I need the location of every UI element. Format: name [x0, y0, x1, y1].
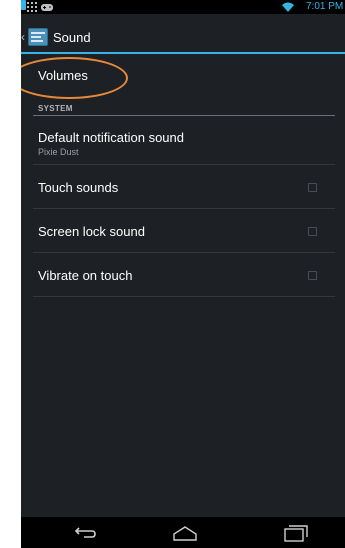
section-header-rule	[33, 115, 335, 116]
default-notification-sound-summary: Pixie Dust	[38, 147, 79, 157]
vibrate-on-touch-label: Vibrate on touch	[38, 268, 133, 283]
section-header-system: SYSTEM	[38, 104, 73, 113]
battery-icon	[21, 0, 26, 10]
phone-screen: 7:01 PM ‹ Sound Volumes SYSTEM Default n…	[21, 0, 345, 548]
list-divider	[33, 296, 335, 297]
screen-lock-sound-label: Screen lock sound	[38, 224, 145, 239]
up-navigation-caret[interactable]: ‹	[21, 30, 25, 44]
recent-apps-icon[interactable]	[282, 523, 310, 543]
gamepad-notification-icon	[41, 4, 53, 11]
touch-sounds-label: Touch sounds	[38, 180, 119, 195]
home-icon[interactable]	[171, 523, 199, 543]
status-time: 7:01 PM	[306, 1, 344, 12]
navigation-bar	[21, 517, 345, 548]
list-divider	[33, 252, 335, 253]
highlight-annotation-ring	[21, 57, 128, 99]
settings-icon[interactable]	[28, 28, 48, 46]
default-notification-sound-label: Default notification sound	[38, 130, 184, 145]
list-divider	[33, 208, 335, 209]
vibrate-on-touch-checkbox[interactable]	[308, 271, 317, 280]
touch-sounds-checkbox[interactable]	[308, 183, 317, 192]
action-bar-divider	[21, 52, 345, 54]
list-divider	[33, 164, 335, 165]
page-title: Sound	[53, 30, 91, 45]
wifi-icon	[282, 2, 294, 12]
status-bar: 7:01 PM	[21, 0, 345, 14]
back-icon[interactable]	[70, 523, 98, 543]
grid-notification-icon	[27, 2, 37, 12]
screen-lock-sound-checkbox[interactable]	[308, 227, 317, 236]
